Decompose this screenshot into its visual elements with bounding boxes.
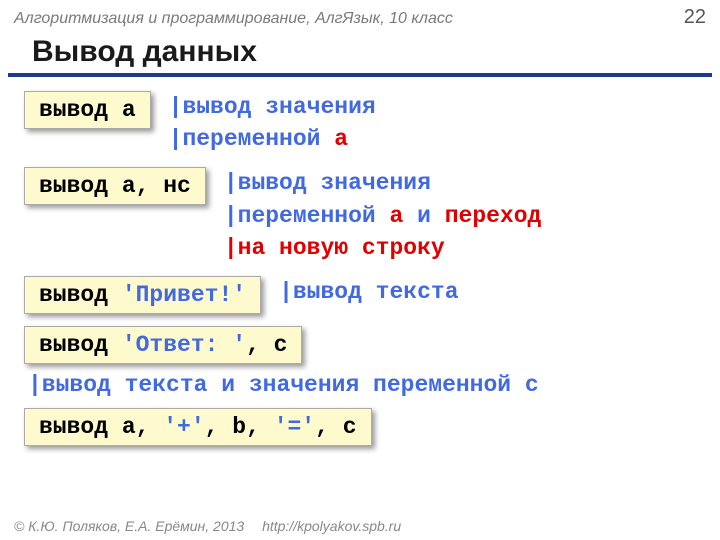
comment-var: a: [334, 126, 348, 152]
keyword: вывод: [39, 173, 122, 199]
copyright: © К.Ю. Поляков, Е.А. Ерёмин, 2013: [14, 518, 244, 534]
page-number: 22: [684, 6, 706, 29]
keyword: вывод: [39, 282, 122, 308]
code-text: a, нс: [122, 173, 191, 199]
course-label: Алгоритмизация и программирование, АлгЯз…: [14, 10, 453, 28]
comment-var: a: [389, 203, 403, 229]
keyword: вывод: [39, 97, 122, 123]
example-row-2: вывод a, нс |вывод значения |переменной …: [24, 167, 696, 264]
code-string: '+': [163, 414, 204, 440]
keyword: вывод: [39, 414, 122, 440]
code-text: , b,: [205, 414, 274, 440]
code-text: , c: [246, 332, 287, 358]
code-box: вывод 'Привет!': [24, 276, 261, 314]
comment: |вывод значения |переменной a: [169, 91, 376, 155]
footer-url: http://kpolyakov.spb.ru: [262, 518, 401, 534]
slide-footer: © К.Ю. Поляков, Е.А. Ерёмин, 2013 http:/…: [14, 518, 401, 534]
comment: |вывод значения |переменной a и переход …: [224, 167, 542, 264]
comment-text: и: [403, 203, 444, 229]
keyword: вывод: [39, 332, 122, 358]
slide-title: Вывод данных: [8, 31, 712, 77]
example-row-3: вывод 'Привет!' |вывод текста: [24, 276, 696, 314]
code-string: '=': [274, 414, 315, 440]
comment: |вывод текста: [279, 276, 458, 308]
code-box: вывод a: [24, 91, 151, 129]
code-box: вывод a, '+', b, '=', c: [24, 408, 372, 446]
code-string: 'Ответ: ': [122, 332, 246, 358]
code-text: , c: [315, 414, 356, 440]
content: вывод a |вывод значения |переменной a вы…: [0, 91, 720, 446]
code-text: a,: [122, 414, 163, 440]
code-string: 'Привет!': [122, 282, 246, 308]
code-box: вывод 'Ответ: ', c: [24, 326, 302, 364]
example-row-5: вывод a, '+', b, '=', c: [24, 408, 696, 446]
slide-header: Алгоритмизация и программирование, АлгЯз…: [0, 0, 720, 31]
code-text: a: [122, 97, 136, 123]
example-row-4: вывод 'Ответ: ', c: [24, 326, 696, 364]
comment-line: |вывод текста и значения переменной c: [24, 372, 696, 398]
code-box: вывод a, нс: [24, 167, 206, 205]
example-row-1: вывод a |вывод значения |переменной a: [24, 91, 696, 155]
